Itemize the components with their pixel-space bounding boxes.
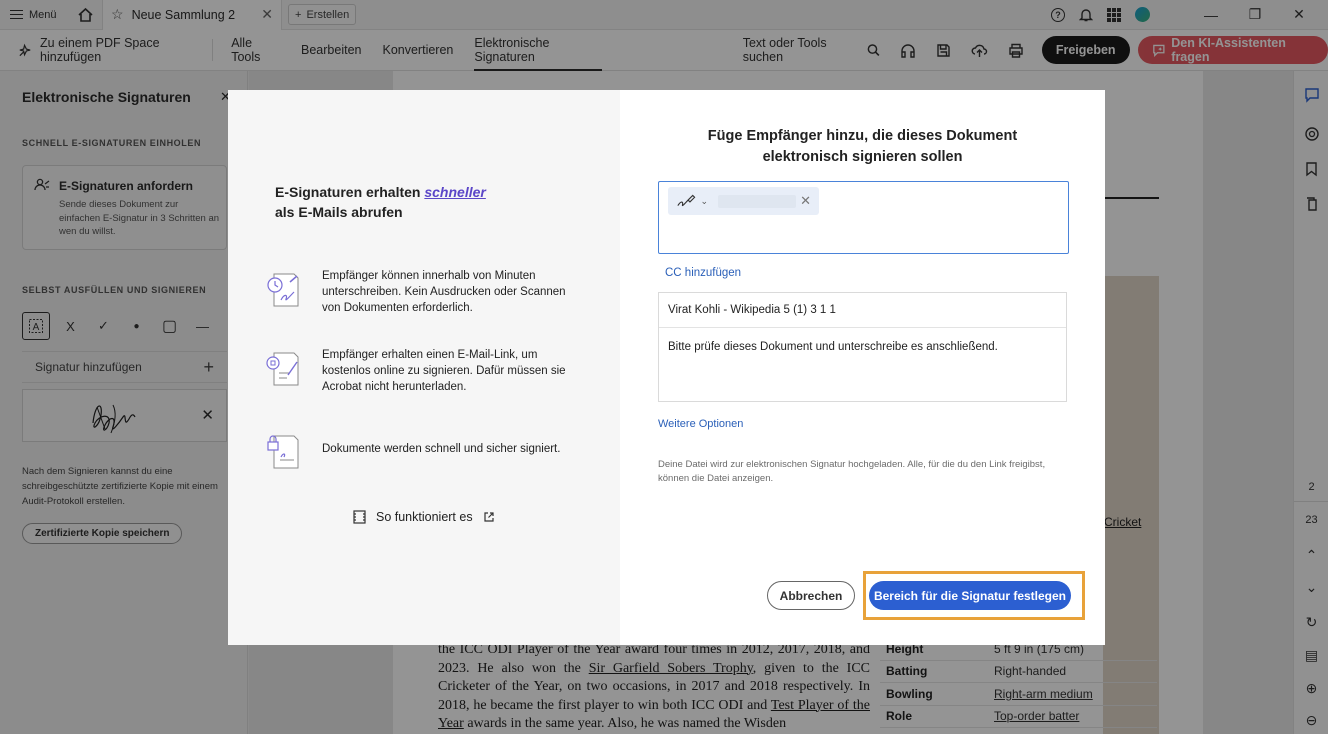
secure-sign-icon: [267, 435, 299, 469]
headline-text: als E-Mails abrufen: [275, 204, 403, 220]
request-signatures-dialog: E-Signaturen erhalten schneller als E-Ma…: [228, 90, 1105, 645]
how-it-works-label: So funktioniert es: [376, 510, 473, 524]
feature-item: Empfänger können innerhalb von Minuten u…: [264, 268, 584, 316]
upload-disclaimer: Deine Datei wird zur elektronischen Sign…: [658, 459, 1046, 484]
recipients-field[interactable]: ⌄ ✕: [658, 181, 1069, 254]
email-sign-icon: [266, 352, 299, 386]
headline-emphasis: schneller: [424, 184, 486, 200]
dialog-headline: E-Signaturen erhalten schneller als E-Ma…: [275, 182, 486, 222]
message-field[interactable]: Bitte prüfe dieses Dokument und untersch…: [659, 328, 1066, 366]
dialog-title: Füge Empfänger hinzu, die dieses Dokumen…: [707, 128, 1018, 165]
feature-text: Empfänger können innerhalb von Minuten u…: [322, 270, 566, 314]
feature-item: Empfänger erhalten einen E-Mail-Link, um…: [264, 347, 584, 395]
recipient-email: [718, 194, 797, 208]
more-options-link[interactable]: Weitere Optionen: [658, 418, 743, 430]
chevron-down-icon[interactable]: ⌄: [700, 196, 708, 207]
add-cc-link[interactable]: CC hinzufügen: [665, 267, 741, 279]
feature-text: Empfänger erhalten einen E-Mail-Link, um…: [322, 349, 566, 393]
feature-text: Dokumente werden schnell und sicher sign…: [322, 443, 561, 455]
how-it-works-link[interactable]: So funktioniert es: [353, 510, 495, 524]
external-link-icon: [483, 512, 494, 522]
remove-recipient-icon[interactable]: ✕: [800, 193, 811, 209]
dialog-form-pane: Füge Empfänger hinzu, die dieses Dokumen…: [620, 90, 1105, 645]
subject-field[interactable]: Virat Kohli - Wikipedia 5 (1) 3 1 1: [659, 293, 1066, 328]
feature-item: Dokumente werden schnell und sicher sign…: [264, 430, 584, 472]
set-signature-area-button[interactable]: Bereich für die Signatur festlegen: [869, 581, 1071, 610]
clock-sign-icon: [267, 273, 299, 307]
recipient-chip[interactable]: ⌄ ✕: [668, 187, 819, 215]
signer-pen-icon[interactable]: [676, 193, 696, 209]
cancel-button[interactable]: Abbrechen: [767, 581, 855, 610]
dialog-info-pane: E-Signaturen erhalten schneller als E-Ma…: [228, 90, 620, 645]
headline-text: E-Signaturen erhalten: [275, 184, 425, 200]
message-box: Virat Kohli - Wikipedia 5 (1) 3 1 1 Bitt…: [658, 292, 1067, 402]
video-icon: [353, 510, 366, 524]
